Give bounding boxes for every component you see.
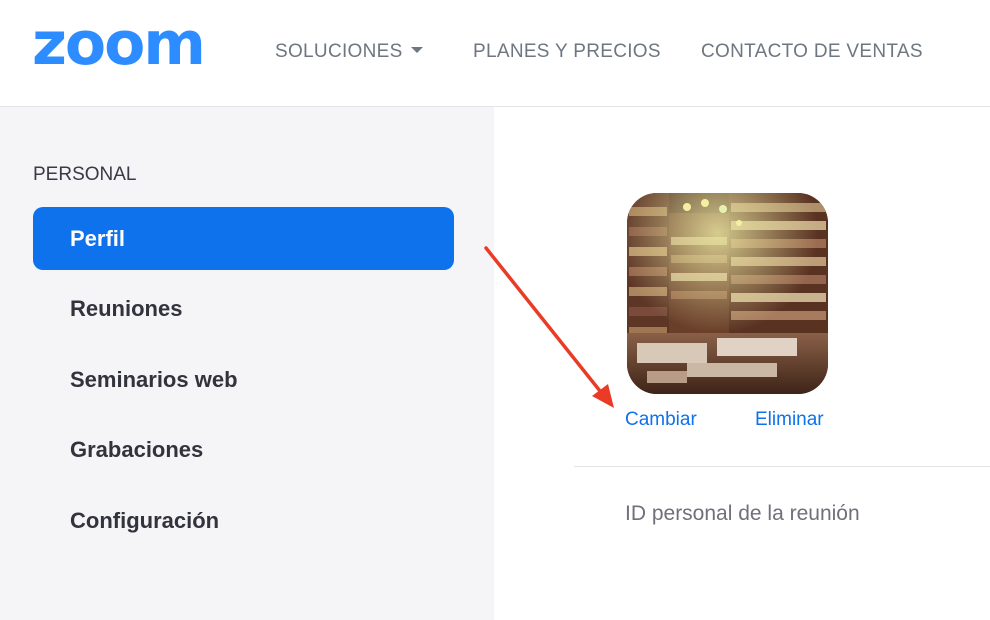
change-photo-link[interactable]: Cambiar bbox=[625, 409, 697, 431]
delete-photo-link[interactable]: Eliminar bbox=[755, 409, 824, 431]
nav-planes-y-precios[interactable]: PLANES Y PRECIOS bbox=[473, 41, 661, 63]
sidebar-item-grabaciones[interactable]: Grabaciones bbox=[33, 418, 454, 481]
sidebar-item-configuracion[interactable]: Configuración bbox=[33, 489, 454, 552]
sidebar-item-perfil[interactable]: Perfil bbox=[33, 207, 454, 270]
nav-contacto-de-ventas[interactable]: CONTACTO DE VENTAS bbox=[701, 41, 923, 63]
personal-meeting-id-label: ID personal de la reunión bbox=[625, 502, 860, 525]
sidebar-section-personal: PERSONAL bbox=[33, 164, 137, 185]
nav-soluciones-label: SOLUCIONES bbox=[275, 41, 403, 62]
bookshelf-image bbox=[627, 193, 828, 394]
main-content: Cambiar Eliminar ID personal de la reuni… bbox=[494, 107, 990, 620]
section-divider bbox=[574, 466, 990, 467]
zoom-logo[interactable]: zoom bbox=[32, 14, 206, 74]
profile-picture bbox=[627, 193, 828, 394]
nav-soluciones[interactable]: SOLUCIONES bbox=[275, 41, 423, 63]
sidebar-item-seminarios-web[interactable]: Seminarios web bbox=[33, 348, 454, 411]
top-header: zoom SOLUCIONES PLANES Y PRECIOS CONTACT… bbox=[0, 0, 990, 107]
sidebar-item-reuniones[interactable]: Reuniones bbox=[33, 277, 454, 340]
sidebar: PERSONAL Perfil Reuniones Seminarios web… bbox=[0, 107, 494, 620]
caret-down-icon bbox=[410, 46, 423, 53]
